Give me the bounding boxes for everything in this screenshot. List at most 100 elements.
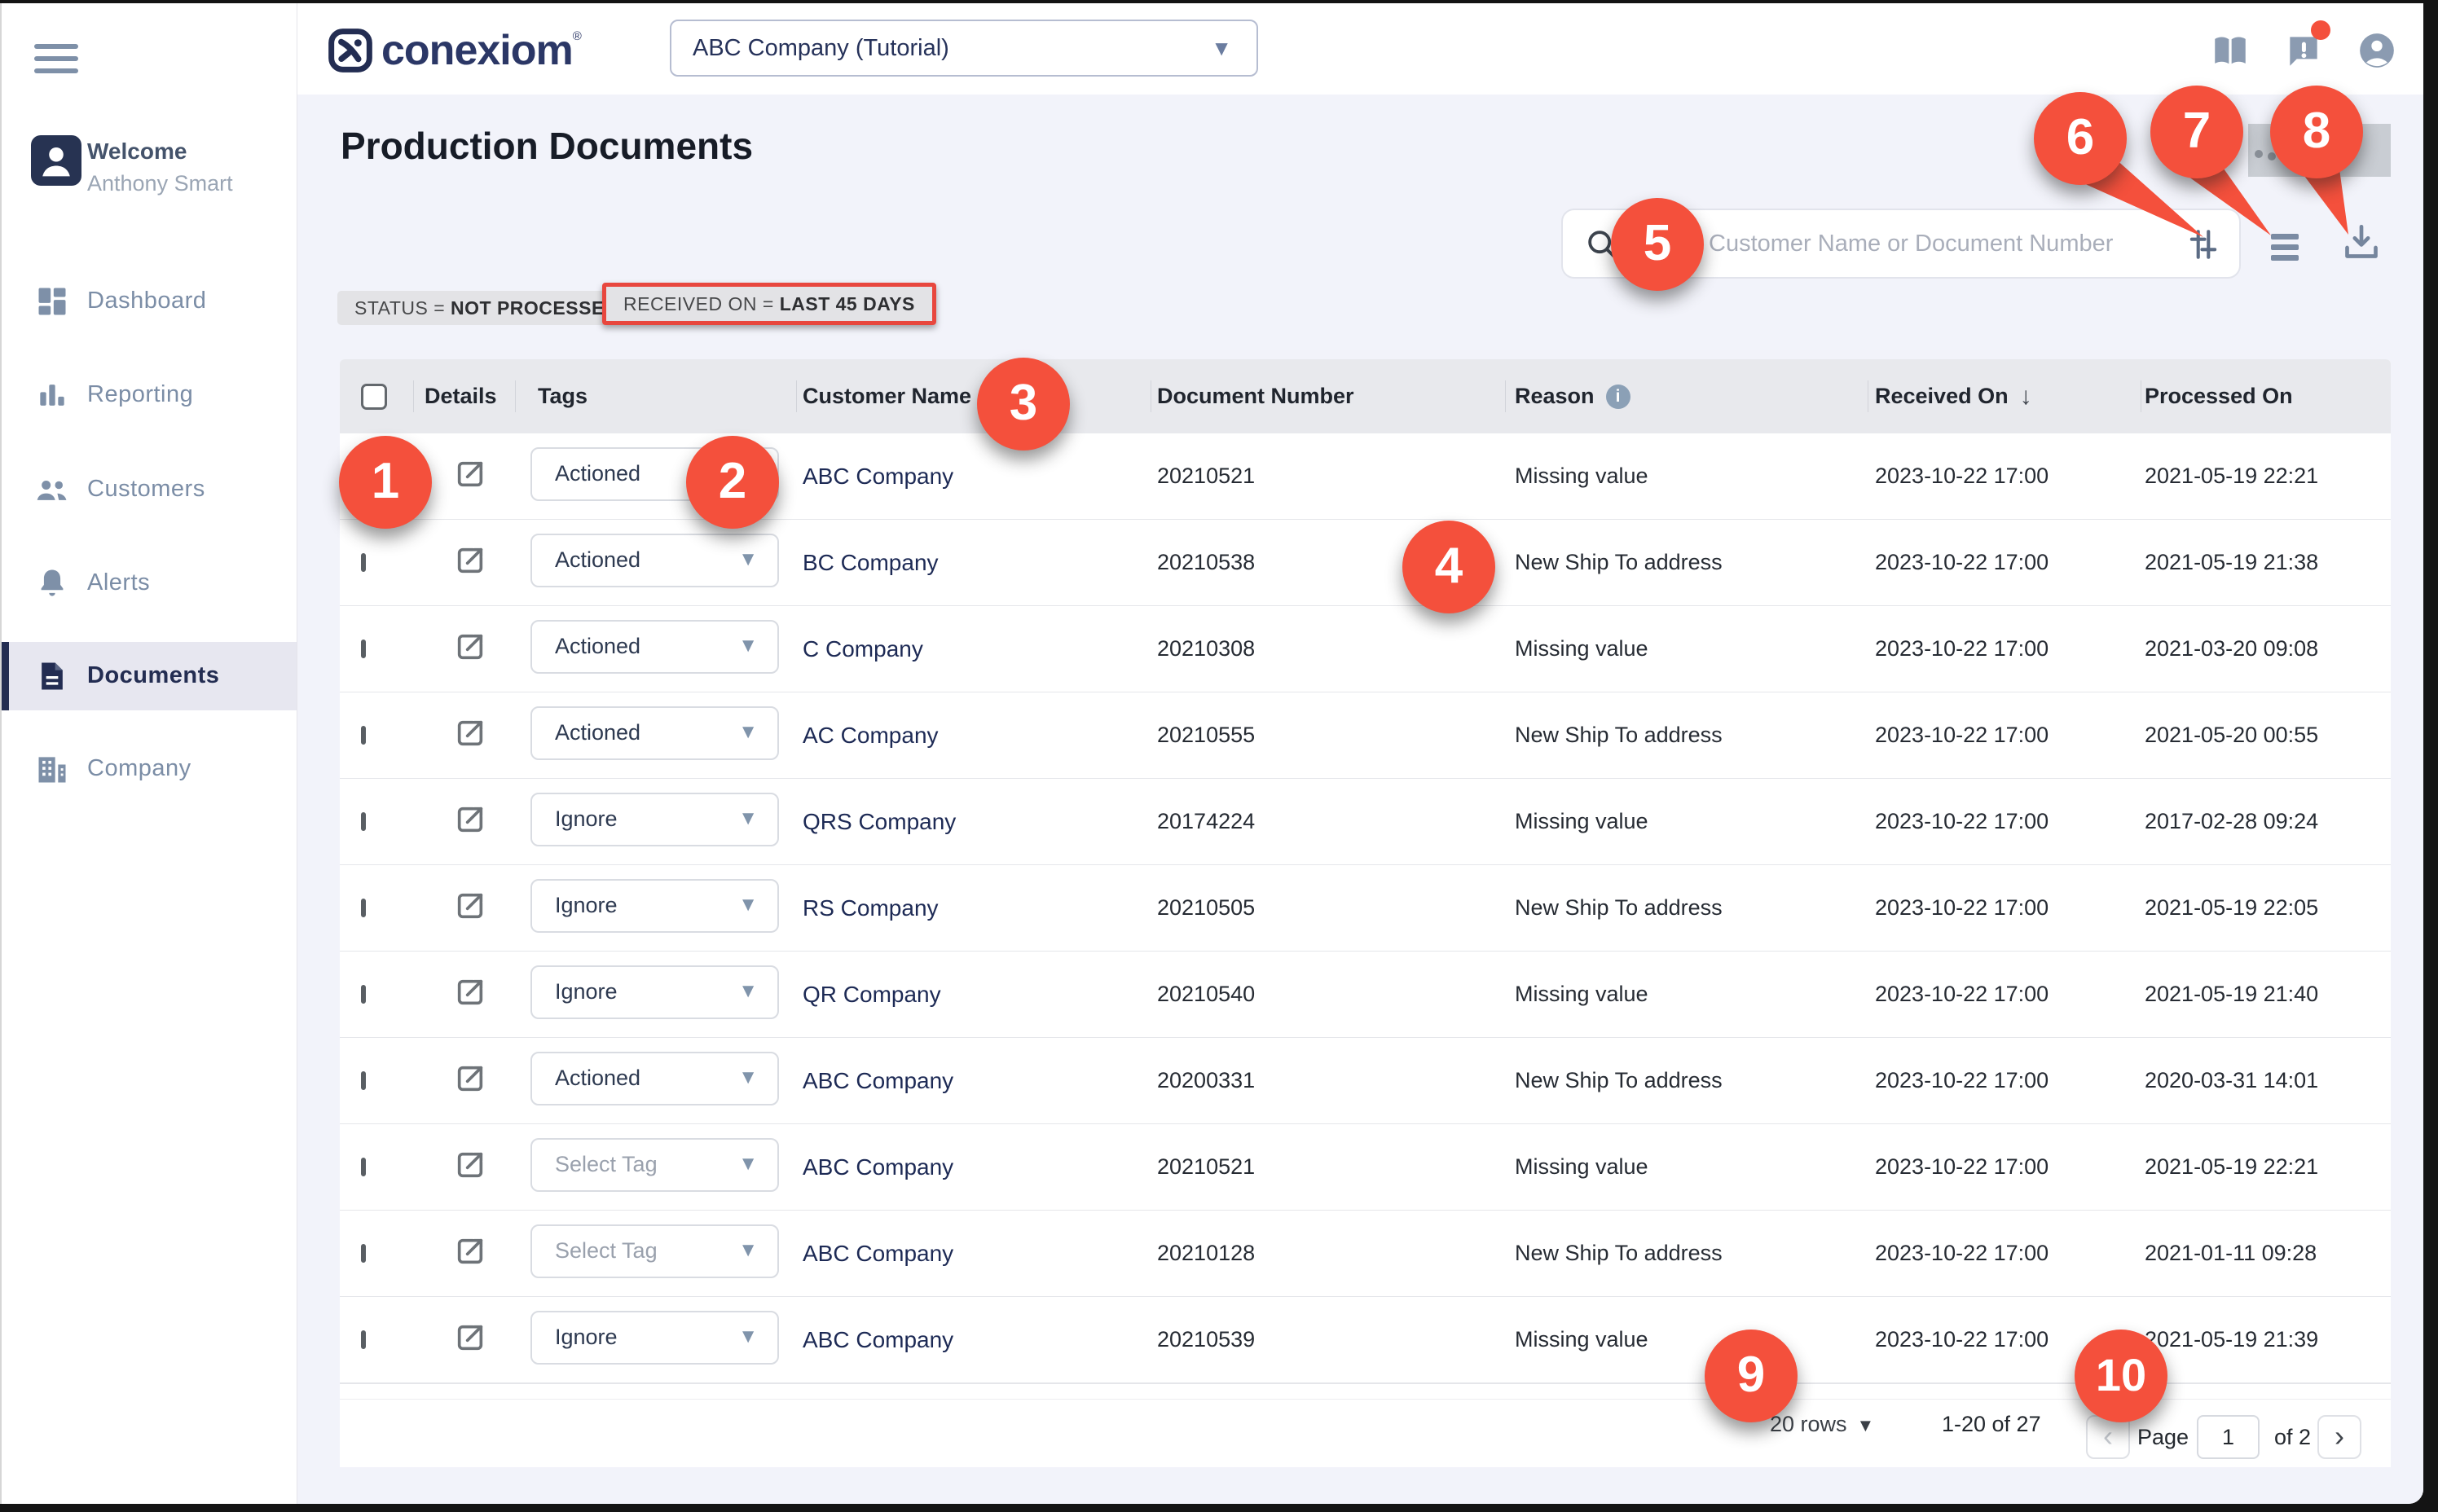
- customer-name-link[interactable]: QRS Company: [796, 809, 1151, 835]
- header-customer-name[interactable]: Customer Name: [796, 359, 1151, 433]
- open-document-icon[interactable]: [454, 976, 486, 1009]
- row-checkbox[interactable]: [361, 1330, 366, 1349]
- rows-per-page-select[interactable]: 20 rows▼: [1770, 1412, 1874, 1437]
- row-checkbox[interactable]: [361, 1244, 366, 1263]
- processed-on: 2021-05-19 22:05: [2141, 895, 2391, 921]
- customer-name-link[interactable]: BC Company: [796, 550, 1151, 576]
- open-document-icon[interactable]: [454, 544, 486, 577]
- welcome-label: Welcome: [87, 138, 187, 165]
- open-document-icon[interactable]: [454, 1062, 486, 1095]
- tag-dropdown[interactable]: Ignore▼: [530, 1311, 779, 1365]
- filter-chip-status[interactable]: STATUS = NOT PROCESSED: [337, 291, 636, 325]
- row-checkbox[interactable]: [361, 467, 366, 486]
- customer-name-link[interactable]: ABC Company: [796, 464, 1151, 490]
- reason: Missing value: [1505, 636, 1868, 662]
- next-page-button[interactable]: ›: [2317, 1415, 2361, 1459]
- download-icon[interactable]: [2339, 218, 2384, 266]
- document-number: 20210128: [1151, 1241, 1505, 1266]
- customer-name-link[interactable]: QR Company: [796, 982, 1151, 1008]
- open-document-icon[interactable]: [454, 1235, 486, 1268]
- header-tags: Tags: [515, 359, 796, 433]
- received-on: 2023-10-22 17:00: [1868, 809, 2141, 834]
- received-on: 2023-10-22 17:00: [1868, 1241, 2141, 1266]
- filter-chip-received-highlight: RECEIVED ON = LAST 45 DAYS: [602, 283, 936, 325]
- table-row: Ignore▼ ABC Company 20210539 Missing val…: [340, 1297, 2391, 1383]
- row-checkbox[interactable]: [361, 1158, 366, 1176]
- sidebar-item-company[interactable]: Company: [2, 735, 297, 803]
- toolbar-button-partially-hidden[interactable]: [2248, 124, 2391, 177]
- bell-icon: [34, 565, 70, 601]
- select-all-checkbox[interactable]: [361, 384, 387, 410]
- filter-chip-received[interactable]: RECEIVED ON = LAST 45 DAYS: [606, 287, 932, 321]
- received-on: 2023-10-22 17:00: [1868, 464, 2141, 489]
- page-number-input[interactable]: [2197, 1415, 2260, 1459]
- tag-dropdown[interactable]: Select Tag▼: [530, 1224, 779, 1278]
- open-document-icon[interactable]: [454, 803, 486, 836]
- sidebar-item-alerts[interactable]: Alerts: [2, 549, 297, 618]
- table-row: Actioned▼ C Company 20210308 Missing val…: [340, 606, 2391, 692]
- row-checkbox[interactable]: [361, 812, 366, 831]
- reason: Missing value: [1505, 982, 1868, 1007]
- info-icon[interactable]: i: [1606, 385, 1630, 409]
- header-processed-on[interactable]: Processed On: [2141, 359, 2391, 433]
- customer-name-link[interactable]: RS Company: [796, 895, 1151, 921]
- document-number: 20210555: [1151, 723, 1505, 748]
- chevron-down-icon: ▼: [738, 635, 758, 657]
- company-selector[interactable]: ABC Company (Tutorial) ▼: [670, 20, 1258, 77]
- header-received-on[interactable]: Received On↓: [1868, 359, 2141, 433]
- search-icon: [1586, 228, 1620, 262]
- tag-dropdown[interactable]: Actioned▼: [530, 1052, 779, 1105]
- row-checkbox[interactable]: [361, 553, 366, 572]
- document-number: 20210521: [1151, 464, 1505, 489]
- dashboard-icon: [34, 284, 70, 319]
- row-checkbox[interactable]: [361, 726, 366, 745]
- table-row: Ignore▼ QRS Company 20174224 Missing val…: [340, 779, 2391, 865]
- header-reason[interactable]: Reasoni: [1505, 359, 1868, 433]
- tag-dropdown[interactable]: Ignore▼: [530, 879, 779, 933]
- customer-name-link[interactable]: AC Company: [796, 723, 1151, 749]
- tag-dropdown[interactable]: Select Tag▼: [530, 1138, 779, 1192]
- column-settings-icon[interactable]: [2271, 234, 2299, 260]
- tag-dropdown[interactable]: Ignore▼: [530, 965, 779, 1019]
- open-document-icon[interactable]: [454, 890, 486, 922]
- open-document-icon[interactable]: [454, 717, 486, 749]
- document-number: 20174224: [1151, 809, 1505, 834]
- account-icon[interactable]: [2357, 30, 2397, 71]
- customer-name-link[interactable]: ABC Company: [796, 1154, 1151, 1180]
- processed-on: 2021-05-19 22:21: [2141, 464, 2391, 489]
- customer-name-link[interactable]: ABC Company: [796, 1068, 1151, 1094]
- row-checkbox[interactable]: [361, 985, 366, 1004]
- customer-name-link[interactable]: C Company: [796, 636, 1151, 662]
- table-header-row: Details Tags Customer Name Document Numb…: [340, 359, 2391, 433]
- customer-name-link[interactable]: ABC Company: [796, 1241, 1151, 1267]
- sidebar-item-dashboard[interactable]: Dashboard: [2, 267, 297, 336]
- tag-dropdown[interactable]: Actioned▼: [530, 620, 779, 674]
- search-input[interactable]: [1709, 212, 2116, 275]
- previous-page-button[interactable]: ‹: [2086, 1415, 2130, 1459]
- sidebar-item-customers[interactable]: Customers: [2, 455, 297, 524]
- processed-on: 2021-03-20 09:08: [2141, 636, 2391, 662]
- tag-dropdown[interactable]: Actioned▼: [530, 706, 779, 760]
- open-document-icon[interactable]: [454, 1149, 486, 1181]
- customer-name-link[interactable]: ABC Company: [796, 1327, 1151, 1353]
- header-details: Details: [413, 359, 515, 433]
- sidebar: Welcome Anthony Smart Dashboard Reportin…: [2, 3, 297, 1504]
- sidebar-menu-icon[interactable]: [34, 44, 78, 75]
- filter-tune-icon[interactable]: [2185, 226, 2221, 262]
- open-document-icon[interactable]: [454, 1321, 486, 1354]
- row-checkbox[interactable]: [361, 640, 366, 658]
- tag-dropdown[interactable]: Ignore▼: [530, 793, 779, 846]
- sidebar-item-documents[interactable]: Documents: [2, 642, 297, 710]
- header-document-number[interactable]: Document Number: [1151, 359, 1505, 433]
- row-checkbox[interactable]: [361, 1071, 366, 1090]
- processed-on: 2017-02-28 09:24: [2141, 809, 2391, 834]
- sidebar-item-reporting[interactable]: Reporting: [2, 361, 297, 429]
- feedback-icon[interactable]: [2283, 30, 2324, 71]
- row-checkbox[interactable]: [361, 899, 366, 917]
- tag-dropdown[interactable]: Actioned▼: [530, 534, 779, 587]
- open-document-icon[interactable]: [454, 458, 486, 490]
- documentation-book-icon[interactable]: [2210, 30, 2251, 71]
- tag-dropdown[interactable]: Actioned▼: [530, 447, 779, 501]
- open-document-icon[interactable]: [454, 631, 486, 663]
- received-on: 2023-10-22 17:00: [1868, 1154, 2141, 1180]
